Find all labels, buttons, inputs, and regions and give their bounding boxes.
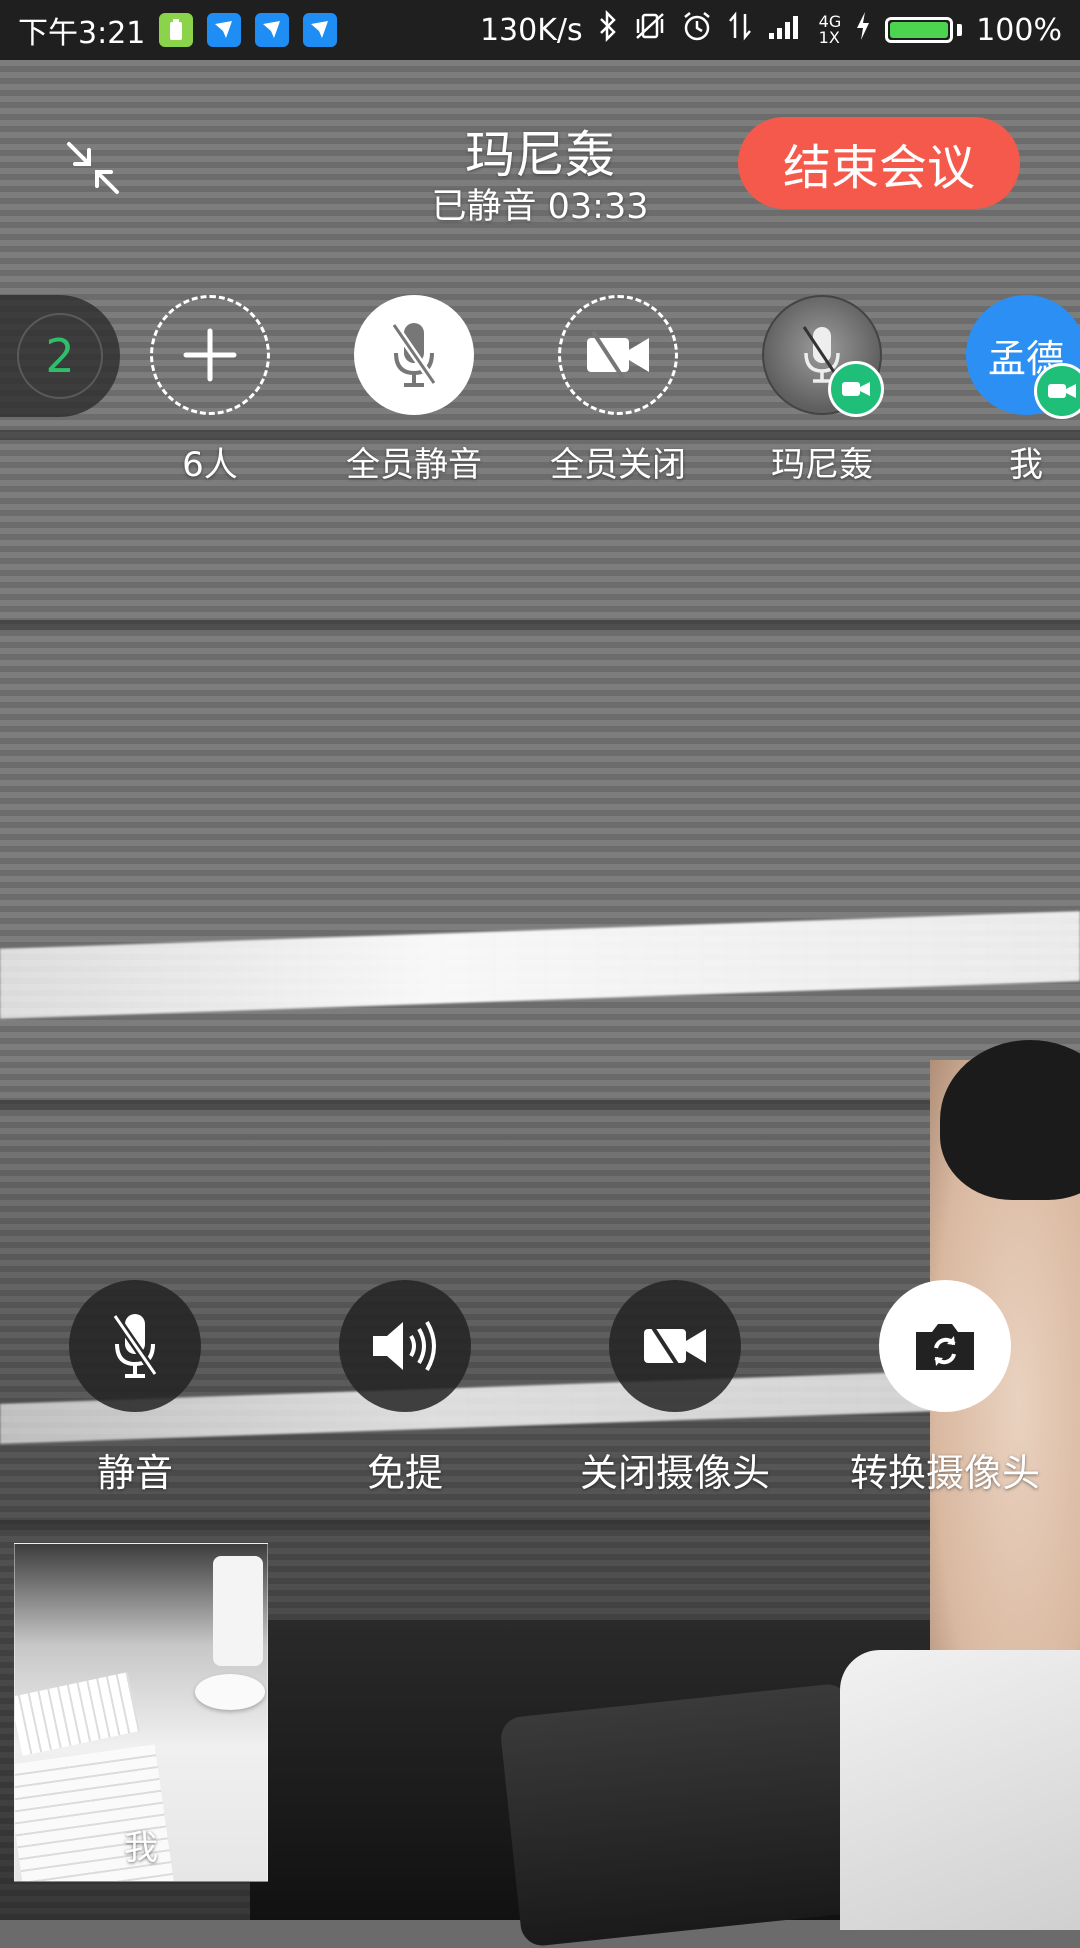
app-notification-icon bbox=[207, 13, 242, 47]
avatar: 孟德 bbox=[966, 295, 1080, 419]
battery-fill bbox=[890, 22, 949, 38]
charging-icon bbox=[855, 11, 871, 49]
speaker-icon bbox=[373, 1320, 436, 1372]
camera-off-all-label: 全员关闭 bbox=[550, 445, 686, 485]
status-bar: 下午3:21 130K/s 4G 1X 100% bbox=[0, 0, 1080, 60]
camera-off-label: 关闭摄像头 bbox=[579, 1451, 770, 1495]
signal-icon bbox=[767, 11, 805, 49]
switch-camera-label: 转换摄像头 bbox=[849, 1451, 1040, 1495]
camera-off-icon bbox=[644, 1321, 706, 1371]
self-video-preview[interactable]: 我 bbox=[14, 1543, 268, 1882]
participant-name: 我 bbox=[1009, 445, 1043, 485]
video-on-badge bbox=[1034, 363, 1080, 419]
speaker-button[interactable]: 免提 bbox=[295, 1280, 515, 1497]
mute-all-label: 全员静音 bbox=[346, 445, 482, 485]
participant-label: 6人 bbox=[182, 445, 238, 485]
battery-percent: 100% bbox=[976, 12, 1062, 48]
battery-indicator bbox=[885, 17, 963, 43]
participant-name: 玛尼轰 bbox=[771, 445, 873, 485]
switch-camera-button[interactable]: 转换摄像头 bbox=[835, 1280, 1055, 1497]
call-controls: 静音 免提 关闭摄像头 转换摄像头 bbox=[0, 1280, 1080, 1500]
bluetooth-icon bbox=[597, 9, 619, 50]
participant-self[interactable]: 孟德 我 bbox=[926, 295, 1080, 486]
data-transfer-icon bbox=[727, 10, 753, 50]
app-notification-icon bbox=[255, 13, 290, 47]
battery-app-icon bbox=[159, 13, 194, 47]
video-on-badge bbox=[828, 361, 884, 417]
video-camera-icon bbox=[842, 382, 870, 396]
participant-count-button[interactable]: 2 bbox=[0, 295, 120, 417]
add-icon bbox=[183, 328, 237, 382]
mic-off-icon bbox=[111, 1313, 159, 1378]
participant-strip: 2 6人 全员静音 全员关闭 玛尼轰 孟德 我 bbox=[0, 295, 1080, 495]
alarm-icon bbox=[681, 10, 713, 50]
camera-off-icon bbox=[587, 330, 649, 380]
speaker-label: 免提 bbox=[366, 1451, 443, 1495]
participant-count: 2 bbox=[17, 313, 103, 399]
camera-off-all-button[interactable]: 全员关闭 bbox=[518, 295, 718, 486]
network-type: 4G 1X bbox=[818, 12, 842, 47]
self-preview-label: 我 bbox=[124, 1828, 158, 1868]
participant-manihong[interactable]: 玛尼轰 bbox=[722, 295, 922, 486]
mute-button[interactable]: 静音 bbox=[25, 1280, 245, 1497]
avatar bbox=[762, 295, 884, 417]
switch-camera-icon bbox=[916, 1324, 974, 1370]
video-camera-icon bbox=[1048, 384, 1076, 398]
end-meeting-button[interactable]: 结束会议 bbox=[738, 117, 1020, 209]
mic-off-icon bbox=[390, 322, 438, 387]
net-speed: 130K/s bbox=[479, 12, 583, 48]
camera-off-button[interactable]: 关闭摄像头 bbox=[565, 1280, 785, 1497]
vibrate-off-icon bbox=[633, 10, 667, 50]
mute-all-button[interactable]: 全员静音 bbox=[314, 295, 514, 486]
add-participant-button[interactable]: 6人 bbox=[110, 295, 310, 486]
call-header: 玛尼轰 已静音 03:33 结束会议 bbox=[0, 60, 1080, 250]
status-time: 下午3:21 bbox=[18, 16, 146, 51]
mute-label: 静音 bbox=[96, 1451, 173, 1495]
app-notification-icon bbox=[303, 13, 338, 47]
